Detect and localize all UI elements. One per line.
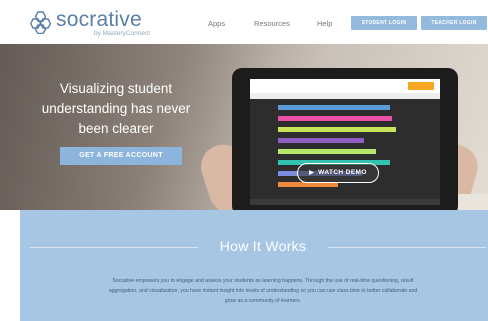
- logo-subtitle: by MasteryConnect: [94, 30, 150, 37]
- watch-demo-label: WATCH DEMO: [318, 169, 367, 176]
- page: socrative by MasteryConnect Apps Resourc…: [0, 0, 488, 321]
- site-header: socrative by MasteryConnect Apps Resourc…: [0, 0, 488, 44]
- hero-section: Visualizing student understanding has ne…: [0, 44, 488, 210]
- divider-right: [328, 247, 486, 248]
- logo-wordmark: socrative: [56, 8, 142, 31]
- hero-title: Visualizing student understanding has ne…: [41, 81, 191, 136]
- how-it-works-description: Socrative empowers you to engage and ass…: [108, 278, 418, 304]
- student-login-button[interactable]: STUDENT LOGIN: [351, 16, 417, 30]
- how-it-works-section: How It Works Socrative empowers you to e…: [20, 210, 488, 321]
- tablet-screen: [250, 79, 440, 205]
- screen-footer: [250, 199, 440, 205]
- socrative-logo[interactable]: socrative by MasteryConnect: [30, 8, 150, 38]
- how-it-works-title: How It Works: [219, 238, 307, 254]
- nav-help[interactable]: Help: [317, 19, 332, 28]
- screen-result-bar: [278, 149, 376, 154]
- watch-demo-button[interactable]: ▶ WATCH DEMO: [297, 163, 379, 183]
- screen-orange-button: [408, 82, 434, 90]
- nav-resources[interactable]: Resources: [254, 19, 290, 28]
- screen-result-bar: [278, 138, 364, 143]
- tablet-image: [232, 68, 458, 210]
- screen-subheader: [250, 93, 440, 99]
- play-icon: ▶: [309, 170, 315, 176]
- screen-header: [250, 79, 440, 93]
- nav-apps[interactable]: Apps: [208, 19, 225, 28]
- screen-result-bar: [278, 116, 392, 121]
- screen-result-bar: [278, 127, 396, 132]
- screen-result-bar: [278, 105, 390, 110]
- get-free-account-button[interactable]: GET A FREE ACCOUNT: [60, 147, 182, 165]
- teacher-login-button[interactable]: TEACHER LOGIN: [421, 16, 487, 30]
- logo-hexagon-icon: [30, 11, 52, 34]
- divider-left: [30, 247, 198, 248]
